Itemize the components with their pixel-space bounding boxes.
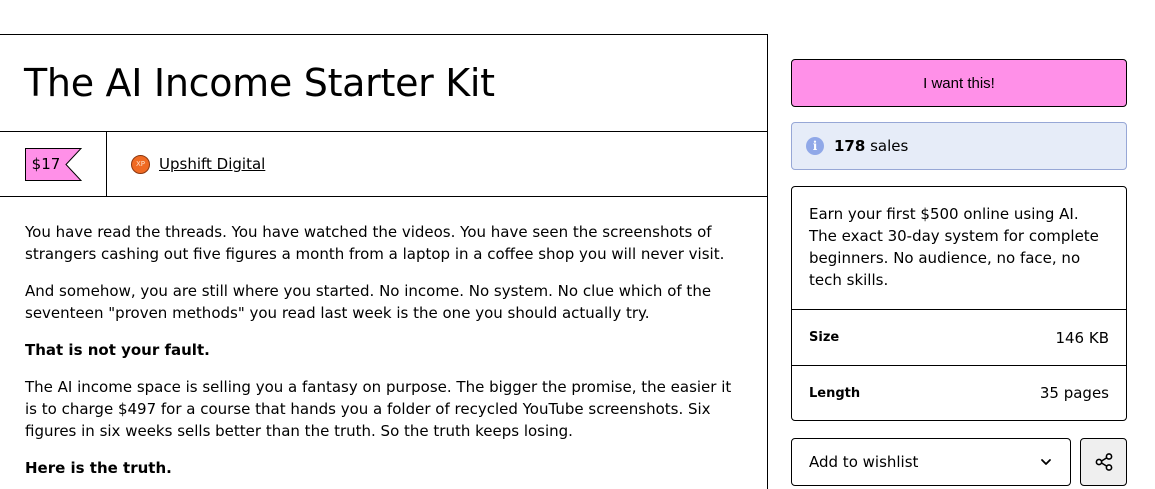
- product-main: The AI Income Starter Kit $17 XP Upshift…: [0, 34, 768, 489]
- product-title: The AI Income Starter Kit: [24, 61, 495, 105]
- creator-avatar[interactable]: XP: [131, 154, 150, 174]
- product-details: Earn your first $500 online using AI. Th…: [791, 186, 1127, 421]
- sales-text: 178 sales: [834, 137, 908, 155]
- description-paragraph: The AI income space is selling you a fan…: [25, 378, 732, 440]
- detail-row-length: Length 35 pages: [792, 365, 1126, 420]
- price-tag: $17: [25, 147, 82, 181]
- product-description: You have read the threads. You have watc…: [0, 197, 767, 479]
- wishlist-label: Add to wishlist: [809, 453, 919, 471]
- info-icon: i: [806, 137, 824, 155]
- sales-info: i 178 sales: [791, 122, 1127, 170]
- creator-cell: XP Upshift Digital: [107, 132, 265, 196]
- wishlist-dropdown[interactable]: Add to wishlist: [791, 438, 1071, 486]
- meta-row: $17 XP Upshift Digital: [0, 132, 767, 197]
- description-paragraph: You have read the threads. You have watc…: [25, 223, 725, 263]
- price-label: $17: [31, 155, 61, 173]
- detail-row-size: Size 146 KB: [792, 310, 1126, 365]
- sales-label: sales: [870, 137, 909, 155]
- description-paragraph-bold: That is not your fault.: [25, 341, 210, 359]
- description-paragraph-bold: Here is the truth.: [25, 459, 172, 477]
- product-summary: Earn your first $500 online using AI. Th…: [792, 187, 1126, 310]
- buy-button[interactable]: I want this!: [791, 59, 1127, 107]
- price-cell: $17: [0, 132, 107, 196]
- sales-count: 178: [834, 137, 866, 155]
- chevron-down-icon: [1041, 459, 1051, 465]
- detail-label: Size: [809, 330, 840, 345]
- detail-label: Length: [809, 385, 861, 401]
- share-icon: [1095, 453, 1112, 471]
- share-button[interactable]: [1080, 438, 1127, 486]
- title-row: The AI Income Starter Kit: [0, 35, 767, 132]
- creator-link[interactable]: Upshift Digital: [159, 155, 265, 173]
- detail-value: 35 pages: [1039, 384, 1109, 402]
- sidebar-actions: Add to wishlist: [791, 438, 1127, 486]
- description-paragraph: And somehow, you are still where you sta…: [25, 282, 712, 322]
- purchase-sidebar: I want this! i 178 sales Earn your first…: [791, 59, 1127, 486]
- product-page: The AI Income Starter Kit $17 XP Upshift…: [0, 0, 1155, 489]
- detail-value: 146 KB: [1055, 328, 1109, 347]
